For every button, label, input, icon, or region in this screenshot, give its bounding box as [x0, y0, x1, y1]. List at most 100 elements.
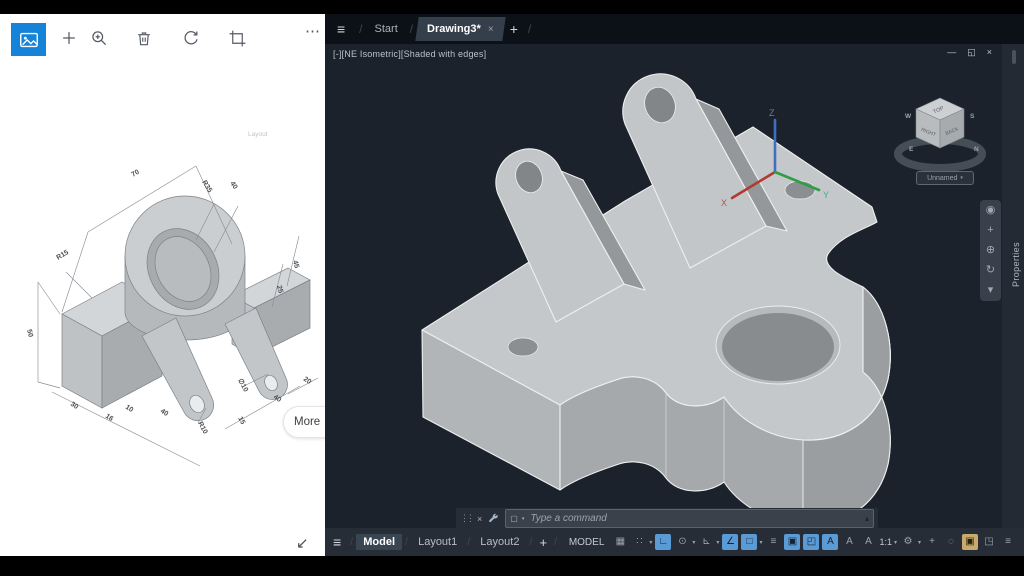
dim-label: 15	[236, 416, 246, 426]
compass-east[interactable]: E	[909, 146, 914, 153]
command-input-box[interactable]: ▢ ▾ ▴	[505, 509, 874, 528]
compass-west[interactable]: W	[905, 113, 912, 120]
zoom-in-button[interactable]	[88, 27, 110, 49]
technical-drawing-image: 70 R35 40 R15 45 25 50 30 16 10 40 R10 ∅…	[0, 14, 325, 556]
lineweight-toggle[interactable]: ≡	[765, 534, 781, 550]
grid-toggle[interactable]: ▦	[612, 534, 628, 550]
zoom-icon[interactable]: ⊕	[986, 245, 995, 256]
object-snap-toggle[interactable]: □	[741, 534, 757, 550]
orbit-icon[interactable]: ↻	[986, 265, 995, 276]
scrollbar-thumb[interactable]	[1012, 50, 1016, 64]
ucs-y-label: Y	[823, 190, 829, 200]
compass-north[interactable]: N	[974, 146, 979, 153]
more-button[interactable]: More	[283, 406, 325, 438]
viewcube-back-face[interactable]: BACK	[945, 126, 960, 137]
command-input[interactable]	[528, 512, 861, 525]
minimize-icon[interactable]: —	[947, 47, 956, 58]
sep: /	[554, 536, 557, 548]
chevron-down-icon[interactable]: ▾	[716, 539, 719, 546]
crop-button[interactable]	[226, 27, 248, 49]
dim-label: 40	[228, 180, 238, 190]
more-options-button[interactable]: ⋯	[305, 22, 321, 40]
close-command-line-icon[interactable]: ×	[477, 514, 482, 524]
graphics-performance-toggle[interactable]: ▣	[962, 534, 978, 550]
sep: /	[529, 536, 532, 548]
dock-grip-handle[interactable]: ⋮⋮	[460, 513, 472, 524]
sep: /	[350, 536, 353, 548]
polar-tracking-toggle[interactable]: ⊙	[674, 534, 690, 550]
screen: ⋯	[0, 0, 1024, 576]
view-name-label: Unnamed	[927, 175, 957, 182]
restore-icon[interactable]: ◱	[967, 47, 976, 58]
tab-drawing3[interactable]: Drawing3* ×	[415, 17, 505, 41]
chevron-down-icon[interactable]: ▾	[894, 539, 897, 546]
dim-label: 40	[272, 394, 282, 404]
annotation-autoscale-toggle[interactable]: A	[841, 534, 857, 550]
annotation-scale-button[interactable]: 1:1	[879, 537, 892, 547]
chevron-down-icon[interactable]: ▾	[918, 539, 921, 546]
compass-south[interactable]: S	[970, 113, 975, 120]
magnifier-plus-icon	[89, 28, 109, 48]
add-status-item-button[interactable]: +	[924, 534, 940, 550]
pan-icon[interactable]: +	[987, 225, 993, 236]
selection-cycling-toggle[interactable]: ▣	[784, 534, 800, 550]
customize-wrench-icon[interactable]	[487, 512, 500, 525]
viewcube-right-face[interactable]: RIGHT	[920, 127, 937, 138]
status-menu-icon[interactable]: ≡	[1000, 534, 1016, 550]
isometric-drafting-toggle[interactable]: ⊾	[698, 534, 714, 550]
dim-label: 40	[159, 408, 169, 418]
resize-arrow-icon[interactable]: ↙	[296, 534, 309, 552]
new-layout-button[interactable]: +	[540, 535, 548, 550]
photos-toolbar: ⋯	[0, 14, 325, 60]
isolate-objects-toggle[interactable]: ◌	[943, 534, 959, 550]
close-tab-icon[interactable]: ×	[488, 24, 494, 35]
chevron-down-icon: ▾	[960, 175, 963, 181]
annotation-all-toggle[interactable]: A	[860, 534, 876, 550]
new-drawing-button[interactable]: +	[510, 21, 518, 37]
command-line-dock: ⋮⋮ × ▢ ▾ ▴	[456, 508, 878, 529]
viewcube[interactable]: TOP RIGHT BACK W E N S	[898, 98, 982, 168]
status-bar: ≡ / Model / Layout1 / Layout2 / + / MODE…	[325, 528, 1024, 556]
ortho-toggle[interactable]: ∟	[655, 534, 671, 550]
properties-panel-tab[interactable]: Properties	[1011, 242, 1021, 287]
tab-model[interactable]: Model	[356, 534, 402, 550]
delete-button[interactable]	[133, 27, 155, 49]
photos-app-tile[interactable]	[11, 23, 46, 56]
sep: /	[405, 536, 408, 548]
chevron-down-icon[interactable]: ▾	[522, 516, 525, 522]
steering-wheel-icon[interactable]: ◉	[986, 205, 996, 216]
sep: /	[467, 536, 470, 548]
view-name-dropdown[interactable]: Unnamed ▾	[916, 171, 974, 185]
command-prompt-icon[interactable]: ▢	[510, 514, 518, 523]
watermark-text: Layout	[248, 131, 268, 138]
chevron-down-icon[interactable]: ▾	[649, 539, 652, 546]
chevron-down-icon[interactable]: ▾	[759, 539, 762, 546]
dim-label: 25	[275, 285, 284, 294]
tab-separator: /	[528, 22, 531, 36]
close-icon[interactable]: ×	[987, 47, 992, 58]
annotation-visibility-toggle[interactable]: A	[822, 534, 838, 550]
model-space-label[interactable]: MODEL	[569, 537, 605, 548]
layout-menu-icon[interactable]: ≡	[333, 534, 341, 550]
navbar-more-icon[interactable]: ▾	[988, 285, 994, 296]
app-menu-icon[interactable]: ≡	[337, 21, 345, 37]
command-history-icon[interactable]: ▴	[865, 514, 869, 523]
clean-screen-toggle[interactable]: ◳	[981, 534, 997, 550]
tab-start[interactable]: Start	[367, 23, 406, 35]
chevron-down-icon[interactable]: ▾	[692, 539, 695, 546]
rotate-button[interactable]	[180, 27, 202, 49]
viewcube-top-face[interactable]: TOP	[932, 105, 945, 115]
tab-layout2[interactable]: Layout2	[473, 534, 526, 550]
viewport-controls-label[interactable]: [-][NE Isometric][Shaded with edges]	[333, 49, 486, 59]
model-viewport-canvas[interactable]: Z X Y TOP RIGHT BACK W E N S	[325, 14, 1024, 556]
object-snap-tracking-toggle[interactable]: ∠	[722, 534, 738, 550]
crop-icon	[228, 29, 247, 48]
rotate-icon	[181, 28, 201, 48]
snap-toggle[interactable]: ∷	[631, 534, 647, 550]
dim-label: 16	[104, 413, 114, 423]
add-button[interactable]	[58, 27, 80, 49]
customization-gear-icon[interactable]: ⚙	[900, 534, 916, 550]
tab-layout1[interactable]: Layout1	[411, 534, 464, 550]
gizmo-toggle[interactable]: ◰	[803, 534, 819, 550]
tab-drawing3-label: Drawing3*	[427, 23, 481, 35]
